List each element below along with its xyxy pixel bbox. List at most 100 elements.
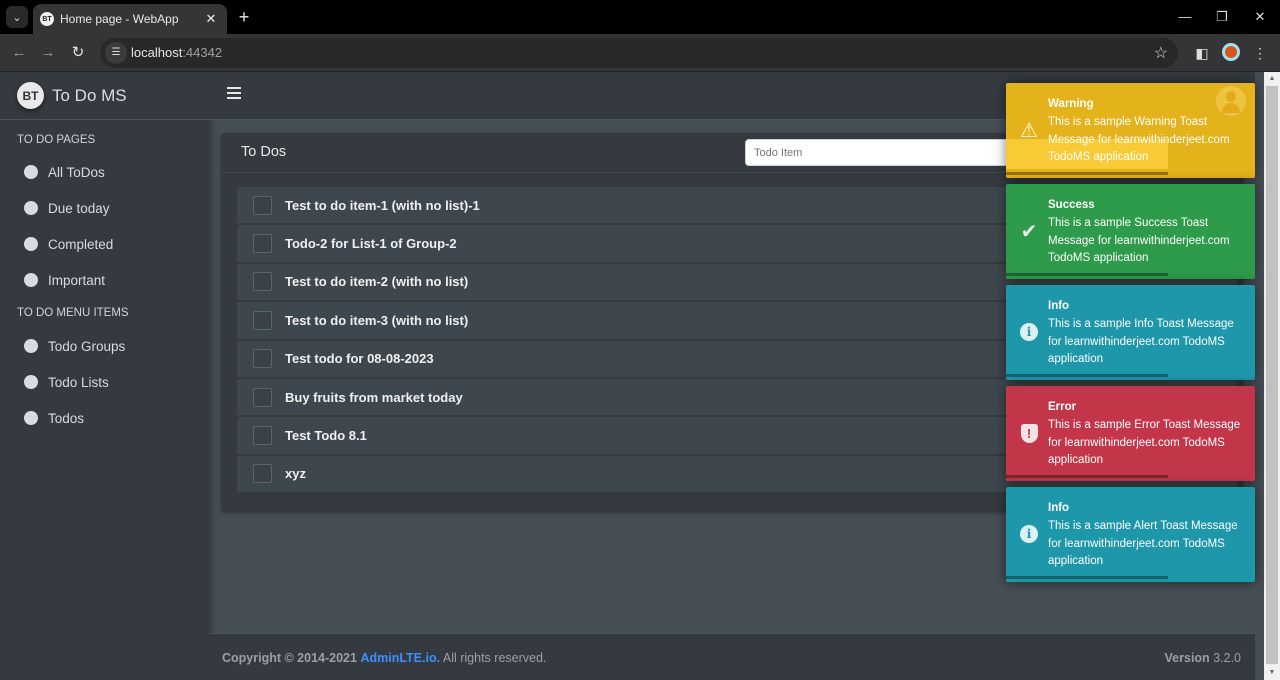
back-button[interactable]: ← bbox=[8, 42, 30, 64]
info-bubble-icon: i bbox=[1018, 321, 1040, 343]
toast-progress-bar bbox=[1006, 374, 1168, 377]
adminlte-link[interactable]: AdminLTE.io. bbox=[360, 651, 440, 665]
todo-text: Todo-2 for List-1 of Group-2 bbox=[285, 236, 457, 252]
copyright-prefix: Copyright © 2014-2021 bbox=[222, 651, 357, 665]
todo-text: Test todo for 08-08-2023 bbox=[285, 351, 434, 367]
toast-error[interactable]: ! Error This is a sample Error Toast Mes… bbox=[1006, 386, 1255, 481]
todo-checkbox[interactable] bbox=[253, 426, 272, 446]
todo-text: Test to do item-1 (with no list)-1 bbox=[285, 197, 480, 213]
toast-message: This is a sample Error Toast Message for… bbox=[1048, 419, 1241, 466]
version-info: Version 3.2.0 bbox=[1165, 651, 1241, 665]
close-tab-icon[interactable]: ✕ bbox=[201, 11, 221, 27]
toast-title: Info bbox=[1048, 300, 1070, 312]
scroll-down-arrow-icon[interactable]: ▼ bbox=[1264, 666, 1280, 680]
toast-title: Success bbox=[1048, 199, 1095, 211]
kebab-menu-icon[interactable]: ⋮ bbox=[1250, 43, 1270, 63]
user-avatar[interactable] bbox=[1216, 86, 1246, 116]
todo-checkbox[interactable] bbox=[253, 349, 272, 369]
sidebar-item-label: Todos bbox=[48, 410, 85, 426]
browser-tab[interactable]: BT Home page - WebApp ✕ bbox=[33, 4, 227, 34]
todo-text: Test to do item-2 (with no list) bbox=[285, 274, 469, 290]
nav-header-pages: TO DO PAGES bbox=[17, 134, 96, 146]
sidebar-item-todo-groups[interactable]: Todo Groups bbox=[0, 328, 209, 364]
url-host: localhost bbox=[131, 45, 183, 60]
toast-success[interactable]: ✔ Success This is a sample Success Toast… bbox=[1006, 184, 1255, 279]
circle-icon bbox=[24, 237, 38, 251]
version-number: 3.2.0 bbox=[1213, 651, 1241, 665]
toast-progress-bar bbox=[1006, 273, 1168, 276]
shield-exclamation-icon: ! bbox=[1018, 422, 1040, 444]
scrollbar-thumb[interactable] bbox=[1266, 86, 1278, 664]
sidebar-item-label: Due today bbox=[48, 200, 110, 216]
sidebar-item-due-today[interactable]: Due today bbox=[0, 190, 209, 226]
toast-alert-info[interactable]: i Info This is a sample Alert Toast Mess… bbox=[1006, 487, 1255, 582]
site-info-icon[interactable]: ☰ bbox=[105, 42, 127, 64]
sidebar-item-label: Important bbox=[48, 272, 106, 288]
sidebar-item-label: Todo Groups bbox=[48, 338, 126, 354]
side-panel-icon[interactable]: ◧ bbox=[1192, 43, 1212, 63]
restore-button[interactable]: ❐ bbox=[1212, 6, 1232, 28]
new-tab-button[interactable]: + bbox=[234, 6, 254, 28]
toast-message: This is a sample Success Toast Message f… bbox=[1048, 217, 1230, 264]
close-window-button[interactable]: ✕ bbox=[1250, 6, 1270, 28]
todo-checkbox[interactable] bbox=[253, 387, 272, 407]
info-bubble-icon: i bbox=[1018, 523, 1040, 545]
scroll-up-arrow-icon[interactable]: ▲ bbox=[1264, 72, 1280, 86]
toast-message: This is a sample Info Toast Message for … bbox=[1048, 318, 1234, 365]
toast-info[interactable]: i Info This is a sample Info Toast Messa… bbox=[1006, 285, 1255, 380]
todo-checkbox[interactable] bbox=[253, 310, 272, 330]
sidebar-item-important[interactable]: Important bbox=[0, 262, 209, 298]
page-scrollbar[interactable]: ▲ ▼ bbox=[1264, 72, 1280, 680]
version-label: Version bbox=[1164, 651, 1210, 665]
footer: Copyright © 2014-2021 AdminLTE.io. All r… bbox=[209, 633, 1255, 680]
toast-title: Info bbox=[1048, 502, 1070, 514]
chevron-down-icon: ⌄ bbox=[12, 11, 22, 24]
toast-message: This is a sample Warning Toast Message f… bbox=[1048, 116, 1230, 163]
hamburger-menu-icon[interactable] bbox=[227, 87, 241, 99]
nav-header-menu-items: TO DO MENU ITEMS bbox=[17, 307, 129, 319]
checkmark-icon: ✔ bbox=[1020, 220, 1038, 243]
circle-icon bbox=[24, 165, 38, 179]
toast-container: ⚠ Warning This is a sample Warning Toast… bbox=[1006, 83, 1255, 588]
toast-message: This is a sample Alert Toast Message for… bbox=[1048, 520, 1238, 567]
toast-progress-bar bbox=[1006, 475, 1168, 478]
sidebar-item-todo-lists[interactable]: Todo Lists bbox=[0, 364, 209, 400]
todo-checkbox[interactable] bbox=[253, 234, 272, 254]
circle-icon bbox=[24, 411, 38, 425]
copyright: Copyright © 2014-2021 AdminLTE.io. All r… bbox=[222, 651, 546, 665]
copyright-suffix: All rights reserved. bbox=[442, 651, 547, 665]
forward-button[interactable]: → bbox=[37, 42, 59, 64]
brand-link[interactable]: BT To Do MS bbox=[0, 72, 209, 120]
todo-checkbox[interactable] bbox=[253, 195, 272, 215]
sidebar: BT To Do MS TO DO PAGES All ToDos Due to… bbox=[0, 72, 209, 680]
todo-text: Test to do item-3 (with no list) bbox=[285, 312, 469, 328]
url-text: localhost:44342 bbox=[131, 45, 222, 60]
tab-search-button[interactable]: ⌄ bbox=[6, 6, 28, 28]
reload-button[interactable]: ↻ bbox=[67, 42, 89, 64]
sidebar-item-completed[interactable]: Completed bbox=[0, 226, 209, 262]
tab-title: Home page - WebApp bbox=[60, 12, 179, 26]
sidebar-item-all-todos[interactable]: All ToDos bbox=[0, 154, 209, 190]
address-bar[interactable]: ☰ localhost:44342 ☆ bbox=[100, 38, 1178, 68]
bookmark-star-icon[interactable]: ☆ bbox=[1154, 43, 1168, 63]
minimize-button[interactable]: — bbox=[1175, 6, 1195, 28]
toast-progress-bar bbox=[1006, 172, 1168, 175]
sidebar-item-label: All ToDos bbox=[48, 164, 105, 180]
profile-avatar[interactable] bbox=[1222, 43, 1240, 61]
todo-item-input[interactable] bbox=[745, 139, 1025, 166]
brand-logo: BT bbox=[17, 82, 44, 109]
toast-progress-bar bbox=[1006, 576, 1168, 579]
todo-checkbox[interactable] bbox=[253, 272, 272, 292]
circle-icon bbox=[24, 273, 38, 287]
toast-warning[interactable]: ⚠ Warning This is a sample Warning Toast… bbox=[1006, 83, 1255, 178]
todo-checkbox[interactable] bbox=[253, 464, 272, 484]
toast-title: Warning bbox=[1048, 98, 1094, 110]
brand-name: To Do MS bbox=[52, 85, 127, 105]
sidebar-item-todos[interactable]: Todos bbox=[0, 400, 209, 436]
todo-text: Buy fruits from market today bbox=[285, 389, 463, 405]
browser-toolbar: ← → ↻ ☰ localhost:44342 ☆ ◧ ⋮ bbox=[0, 34, 1280, 72]
browser-tab-bar: ⌄ BT Home page - WebApp ✕ + — ❐ ✕ bbox=[0, 0, 1280, 34]
warning-triangle-icon: ⚠ bbox=[1020, 119, 1038, 142]
page: BT To Do MS TO DO PAGES All ToDos Due to… bbox=[0, 72, 1280, 680]
favicon-icon: BT bbox=[40, 12, 54, 26]
